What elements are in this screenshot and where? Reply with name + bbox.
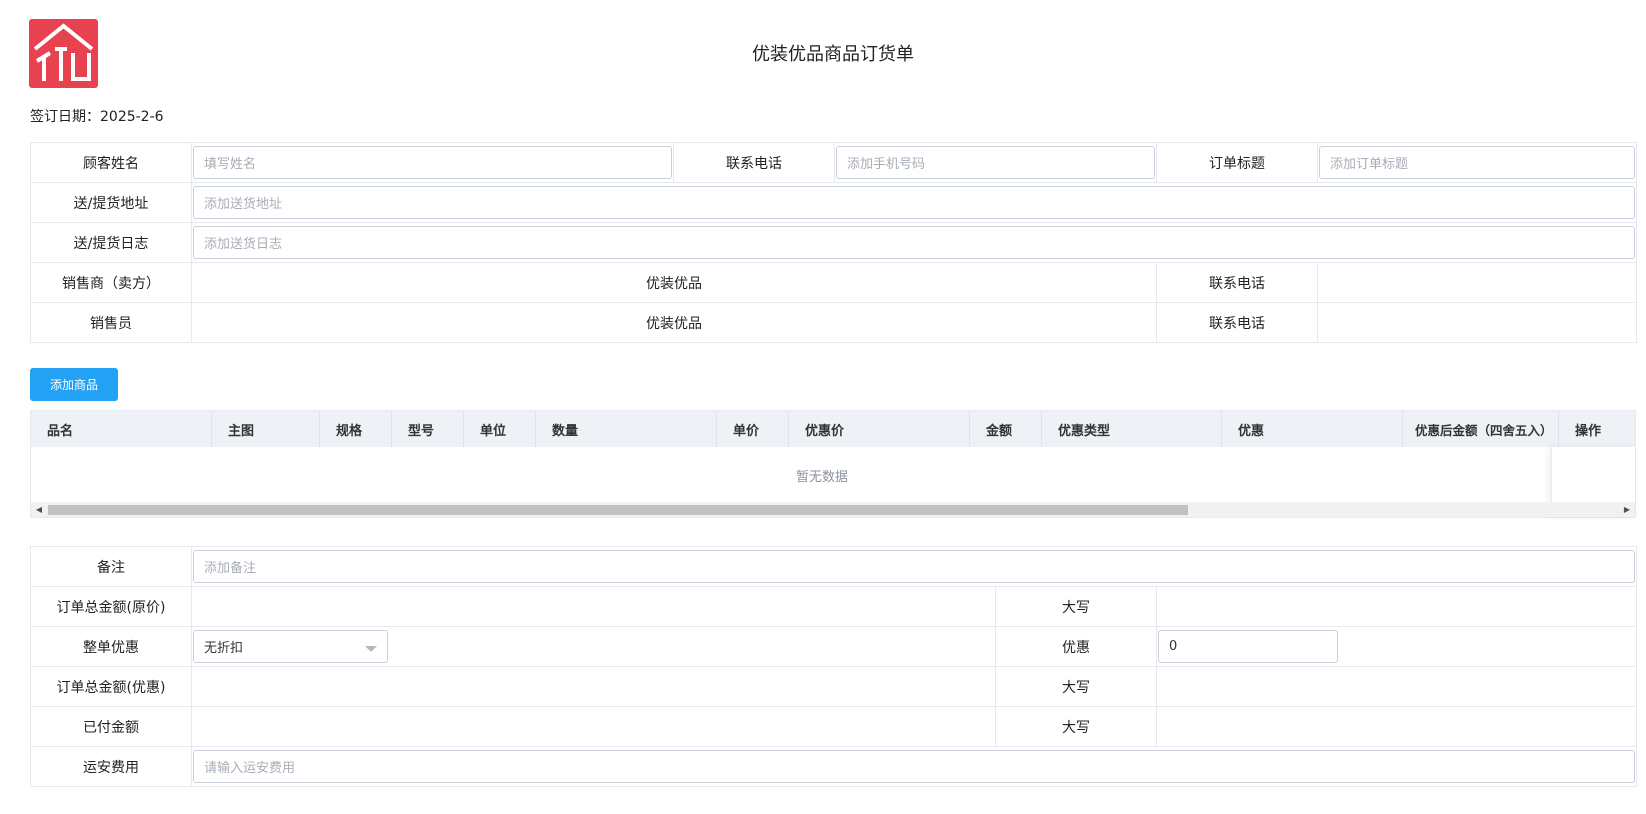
scrollbar-thumb[interactable] — [48, 505, 1188, 515]
salesman-value: 优装优品 — [191, 302, 1157, 343]
column-header: 规格 — [320, 411, 392, 447]
install-fee-input[interactable]: 请输入运安费用 — [193, 750, 1635, 783]
order-discount-label: 整单优惠 — [30, 626, 192, 667]
summary-table: 备注 添加备注 订单总金额(原价) 大写 整单优惠 无折扣 优惠 0 订单总金额… — [30, 546, 1637, 787]
scroll-right-arrow-icon[interactable]: ▶ — [1620, 505, 1634, 515]
customer-phone-input[interactable]: 添加手机号码 — [836, 146, 1155, 179]
total-original-label: 订单总金额(原价) — [30, 586, 192, 627]
remark-label: 备注 — [30, 546, 192, 587]
column-header: 主图 — [212, 411, 320, 447]
column-header: 金额 — [970, 411, 1042, 447]
add-goods-button[interactable]: 添加商品 — [30, 368, 118, 401]
delivery-log-label: 送/提货日志 — [30, 222, 192, 263]
goods-table: 品名 主图 规格 型号 单位 数量 单价 优惠价 金额 优惠类型 优惠 优惠后金… — [30, 410, 1636, 518]
salesman-phone-label: 联系电话 — [1156, 302, 1318, 343]
horizontal-scrollbar[interactable]: ◀ ▶ — [31, 502, 1635, 517]
column-header-actions: 操作 — [1575, 423, 1602, 439]
goods-table-header: 品名 主图 规格 型号 单位 数量 单价 优惠价 金额 优惠类型 优惠 优惠后金… — [31, 411, 1635, 447]
scroll-left-arrow-icon[interactable]: ◀ — [32, 505, 46, 515]
column-header: 优惠后金额（四舍五入） — [1403, 411, 1559, 447]
discount-type-selected: 无折扣 — [204, 641, 244, 656]
uppercase-label: 大写 — [995, 586, 1157, 627]
customer-name-input[interactable]: 填写姓名 — [193, 146, 672, 179]
address-label: 送/提货地址 — [30, 182, 192, 223]
paid-amount-label: 已付金额 — [30, 706, 192, 747]
customer-name-label: 顾客姓名 — [30, 142, 192, 183]
column-header: 型号 — [392, 411, 464, 447]
uppercase-label: 大写 — [995, 706, 1157, 747]
remark-input[interactable]: 添加备注 — [193, 550, 1635, 583]
total-original-value — [191, 586, 996, 627]
discount-type-select[interactable]: 无折扣 — [193, 630, 388, 663]
uppercase-value — [1156, 706, 1637, 747]
address-input[interactable]: 添加送货地址 — [193, 186, 1635, 219]
order-title-input[interactable]: 添加订单标题 — [1319, 146, 1635, 179]
total-discounted-label: 订单总金额(优惠) — [30, 666, 192, 707]
install-fee-label: 运安费用 — [30, 746, 192, 787]
salesman-phone-value — [1317, 302, 1637, 343]
paid-amount-value — [191, 706, 996, 747]
column-header: 品名 — [31, 411, 212, 447]
discount-amount-input[interactable]: 0 — [1158, 630, 1338, 663]
column-header: 优惠价 — [789, 411, 970, 447]
sign-date-label: 签订日期： — [30, 109, 100, 125]
seller-phone-value — [1317, 262, 1637, 303]
column-header: 数量 — [536, 411, 717, 447]
sign-date: 签订日期：2025-2-6 — [30, 106, 164, 126]
column-header: 单位 — [464, 411, 536, 447]
empty-state-text: 暂无数据 — [795, 469, 848, 485]
uppercase-value — [1156, 586, 1637, 627]
seller-value: 优装优品 — [191, 262, 1157, 303]
delivery-log-input[interactable]: 添加送货日志 — [193, 226, 1635, 259]
seller-phone-label: 联系电话 — [1156, 262, 1318, 303]
total-discounted-value — [191, 666, 996, 707]
column-header: 优惠 — [1222, 411, 1403, 447]
customer-phone-label: 联系电话 — [673, 142, 835, 183]
column-header: 单价 — [717, 411, 789, 447]
order-title-label: 订单标题 — [1156, 142, 1318, 183]
seller-label: 销售商（卖方） — [30, 262, 192, 303]
page-title: 优装优品商品订货单 — [752, 44, 914, 65]
customer-info-table: 顾客姓名 填写姓名 联系电话 添加手机号码 订单标题 添加订单标题 送/提货地址… — [30, 142, 1637, 343]
salesman-label: 销售员 — [30, 302, 192, 343]
uppercase-label: 大写 — [995, 666, 1157, 707]
column-header: 优惠类型 — [1042, 411, 1222, 447]
discount-amount-label: 优惠 — [995, 626, 1157, 667]
sign-date-value: 2025-2-6 — [100, 109, 164, 125]
chevron-down-icon — [365, 645, 377, 652]
uppercase-value — [1156, 666, 1637, 707]
